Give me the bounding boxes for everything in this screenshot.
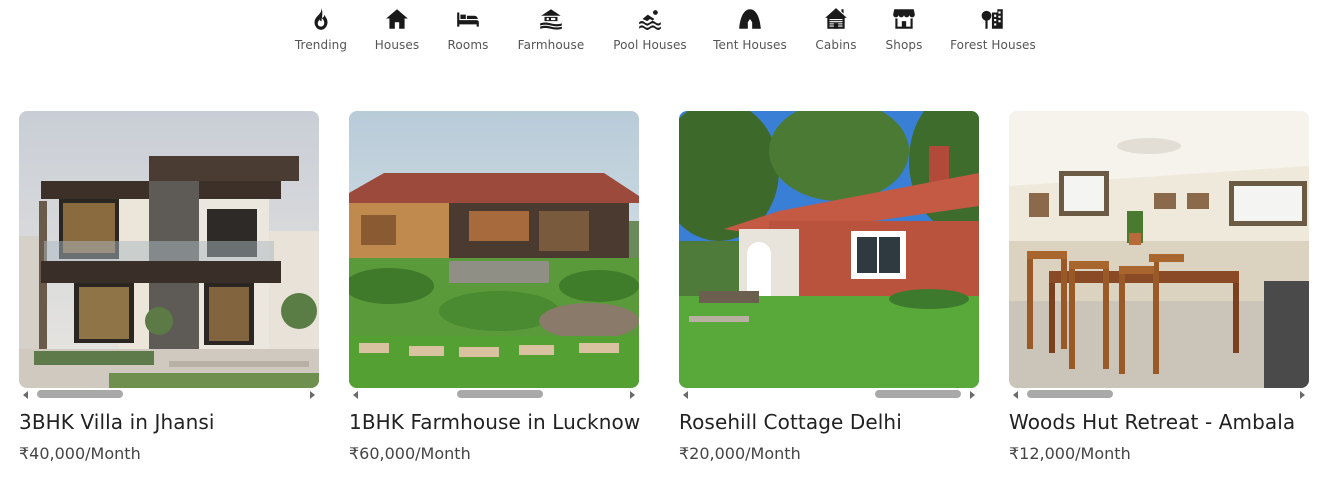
listing-title[interactable]: 3BHK Villa in Jhansi (19, 410, 319, 434)
category-label: Trending (294, 38, 348, 52)
fire-icon (314, 8, 328, 30)
listing-title[interactable]: 1BHK Farmhouse in Lucknow (349, 410, 640, 434)
scroll-left-arrow[interactable] (23, 391, 28, 399)
listing-photo[interactable] (679, 111, 979, 388)
category-tent-houses[interactable]: Tent Houses (713, 6, 787, 62)
scroll-right-arrow[interactable] (1300, 391, 1305, 399)
listing-price: ₹60,000/Month (349, 444, 471, 463)
category-label: Tent Houses (713, 38, 787, 52)
bed-icon (457, 12, 479, 27)
scroll-right-arrow[interactable] (630, 391, 635, 399)
listing-photo[interactable] (1009, 111, 1309, 388)
category-bar: Trending Houses Rooms Farmhouse Pool Hou… (0, 0, 1318, 70)
listing-card[interactable]: 3BHK Villa in Jhansi ₹40,000/Month (19, 111, 319, 463)
category-label: Houses (374, 38, 420, 52)
listing-title[interactable]: Woods Hut Retreat - Ambala (1009, 410, 1309, 434)
category-farmhouse[interactable]: Farmhouse (516, 6, 586, 62)
category-label: Shops (885, 38, 923, 52)
scroll-left-arrow[interactable] (353, 391, 358, 399)
category-forest-houses[interactable]: Forest Houses (950, 6, 1036, 62)
category-label: Pool Houses (613, 38, 687, 52)
listing-price: ₹12,000/Month (1009, 444, 1131, 463)
farmhouse-photo (349, 111, 639, 388)
image-scrollbar[interactable] (349, 388, 639, 402)
listing-card[interactable]: Woods Hut Retreat - Ambala ₹12,000/Month (1009, 111, 1309, 463)
cabin-icon (825, 8, 847, 29)
listing-price: ₹20,000/Month (679, 444, 801, 463)
listing-photo[interactable] (19, 111, 319, 388)
scroll-thumb[interactable] (875, 390, 961, 398)
listing-title[interactable]: Rosehill Cottage Delhi (679, 410, 979, 434)
cottage-photo (679, 111, 979, 388)
scroll-left-arrow[interactable] (683, 391, 688, 399)
image-scrollbar[interactable] (19, 388, 319, 402)
category-cabins[interactable]: Cabins (813, 6, 859, 62)
category-label: Forest Houses (950, 38, 1036, 52)
tent-icon (739, 9, 761, 29)
category-shops[interactable]: Shops (884, 6, 924, 62)
shop-icon (893, 9, 915, 29)
scroll-thumb[interactable] (1027, 390, 1113, 398)
category-rooms[interactable]: Rooms (446, 6, 490, 62)
tree-building-icon (981, 9, 1003, 29)
category-houses[interactable]: Houses (373, 6, 421, 62)
listing-photo[interactable] (349, 111, 639, 388)
listing-card[interactable]: Rosehill Cottage Delhi ₹20,000/Month (679, 111, 979, 463)
category-label: Farmhouse (517, 38, 585, 52)
scroll-right-arrow[interactable] (970, 391, 975, 399)
swimmer-icon (639, 10, 661, 30)
category-pool-houses[interactable]: Pool Houses (613, 6, 687, 62)
dining-room-photo (1009, 111, 1309, 388)
house-icon (386, 9, 408, 29)
scroll-left-arrow[interactable] (1013, 391, 1018, 399)
scroll-thumb[interactable] (457, 390, 543, 398)
category-label: Cabins (815, 38, 857, 52)
villa-photo (19, 111, 319, 388)
category-label: Rooms (447, 38, 489, 52)
image-scrollbar[interactable] (679, 388, 979, 402)
scroll-right-arrow[interactable] (310, 391, 315, 399)
farmhouse-icon (540, 9, 562, 30)
scroll-thumb[interactable] (37, 390, 123, 398)
image-scrollbar[interactable] (1009, 388, 1309, 402)
listing-price: ₹40,000/Month (19, 444, 141, 463)
listing-card[interactable]: 1BHK Farmhouse in Lucknow ₹60,000/Month (349, 111, 640, 463)
category-trending[interactable]: Trending (294, 6, 348, 62)
